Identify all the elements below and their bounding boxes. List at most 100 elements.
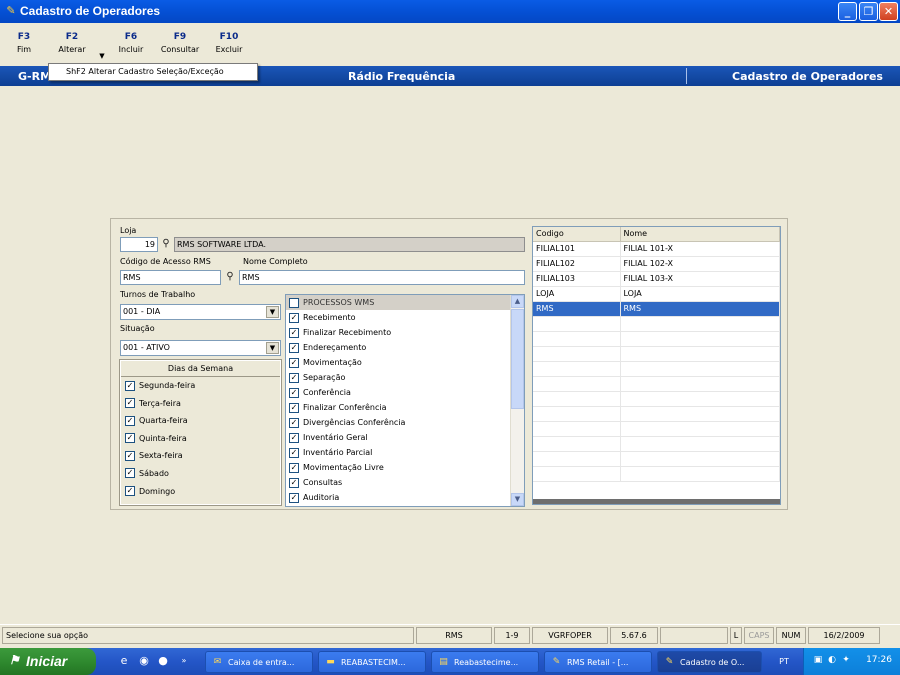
table-row-empty[interactable] [533,331,780,347]
checkbox-checked-icon[interactable]: ✓ [125,468,135,479]
processo-row[interactable]: ✓ Finalizar Conferência [286,400,524,415]
table-row-empty[interactable] [533,421,780,437]
checkbox-checked-icon[interactable]: ✓ [289,417,299,428]
checkbox-checked-icon[interactable]: ✓ [125,415,135,426]
table-row-selected[interactable]: RMS RMS [533,301,780,317]
checkbox-checked-icon[interactable]: ✓ [289,387,299,398]
dia-checkbox-row[interactable]: ✓ Segunda-feira [121,377,280,395]
processo-row[interactable]: ✓ Inventário Geral [286,430,524,445]
messenger-icon[interactable]: ✦ [840,654,852,666]
nome-completo-field[interactable]: RMS [239,270,525,285]
processos-scrollbar[interactable]: ▲ ▼ [510,295,524,506]
start-button[interactable]: ⚑ Iniciar [0,648,96,675]
dia-checkbox-row[interactable]: ✓ Sexta-feira [121,447,280,465]
table-row-empty[interactable] [533,376,780,392]
f3-fim-button[interactable]: F3 Fim [12,32,36,54]
turnos-select[interactable]: 001 - DIA ▼ [120,304,281,320]
loja-code-field[interactable]: 19 [120,237,158,252]
table-row[interactable]: FILIAL101 FILIAL 101-X [533,241,780,257]
dia-checkbox-row[interactable]: ✓ Domingo [121,483,280,501]
task-caixa-entrada[interactable]: ✉ Caixa de entra... [205,651,313,673]
network-icon[interactable]: ▣ [812,654,824,666]
windows-flag-icon: ⚑ [9,653,20,667]
table-row[interactable]: FILIAL103 FILIAL 103-X [533,271,780,287]
task-cadastro-operadores[interactable]: ✎ Cadastro de O... [657,651,762,673]
volume-icon[interactable]: ◐ [826,654,838,666]
processo-row[interactable]: ✓ Separação [286,370,524,385]
checkbox-checked-icon[interactable]: ✓ [289,462,299,473]
codigo-search-icon[interactable]: ⚲ [223,270,237,284]
column-header-nome[interactable]: Nome [620,227,780,242]
table-row-empty[interactable] [533,436,780,452]
column-header-codigo[interactable]: Codigo [533,227,621,242]
table-row-empty[interactable] [533,406,780,422]
ie-icon[interactable]: e [116,653,132,669]
checkbox-checked-icon[interactable]: ✓ [289,432,299,443]
processo-row[interactable]: ✓ Movimentação Livre [286,460,524,475]
checkbox-checked-icon[interactable]: ✓ [289,492,299,503]
table-row-empty[interactable] [533,316,780,332]
checkbox-checked-icon[interactable]: ✓ [289,357,299,368]
f9-consultar-button[interactable]: F9 Consultar [157,32,203,54]
dia-checkbox-row[interactable]: ✓ Quarta-feira [121,412,280,430]
processo-row[interactable]: ✓ Endereçamento [286,340,524,355]
table-row-empty[interactable] [533,451,780,467]
processo-row[interactable]: ✓ Movimentação [286,355,524,370]
checkbox-checked-icon[interactable]: ✓ [125,486,135,497]
scroll-down-icon[interactable]: ▼ [511,493,524,506]
f6-incluir-button[interactable]: F6 Incluir [116,32,146,54]
chevron-down-icon[interactable]: ▼ [266,342,279,354]
dia-checkbox-row[interactable]: ✓ Sábado [121,465,280,483]
checkbox-checked-icon[interactable]: ✓ [289,477,299,488]
processo-row[interactable]: ✓ Recebimento [286,310,524,325]
status-user: RMS [416,627,492,644]
table-row-empty[interactable] [533,346,780,362]
processo-row[interactable]: ✓ Consultas [286,475,524,490]
f10-excluir-button[interactable]: F10 Excluir [212,32,246,54]
processos-header-row[interactable]: PROCESSOS WMS [286,295,524,310]
processo-row[interactable]: ✓ Auditoria [286,490,524,505]
minimize-button[interactable]: _ [838,2,857,21]
quicklaunch-more-icon[interactable]: » [176,653,192,669]
codigo-acesso-field[interactable]: RMS [120,270,221,285]
checkbox-checked-icon[interactable]: ✓ [289,372,299,383]
language-indicator[interactable]: PT [767,652,801,672]
chevron-down-icon[interactable]: ▼ [266,306,279,318]
task-reabastecim-folder[interactable]: ▬ REABASTECIM... [318,651,426,673]
checkbox-checked-icon[interactable]: ✓ [289,312,299,323]
checkbox-checked-icon[interactable]: ✓ [125,380,135,391]
checkbox-checked-icon[interactable]: ✓ [289,327,299,338]
task-reabastecime-doc[interactable]: ▤ Reabastecime... [431,651,539,673]
loja-search-icon[interactable]: ⚲ [159,237,173,251]
processo-row[interactable]: ✓ Conferência [286,385,524,400]
dia-checkbox-row[interactable]: ✓ Terça-feira [121,395,280,413]
table-row[interactable]: FILIAL102 FILIAL 102-X [533,256,780,272]
task-rms-retail[interactable]: ✎ RMS Retail - [... [544,651,652,673]
checkbox-checked-icon[interactable]: ✓ [289,402,299,413]
scroll-up-icon[interactable]: ▲ [511,295,524,308]
situacao-select[interactable]: 001 - ATIVO ▼ [120,340,281,356]
outlook-icon[interactable]: ◉ [136,653,152,669]
table-row-empty[interactable] [533,466,780,482]
table-row-empty[interactable] [533,391,780,407]
table-row-empty[interactable] [533,361,780,377]
table-row[interactable]: LOJA LOJA [533,286,780,302]
processo-row[interactable]: ✓ Divergências Conferência [286,415,524,430]
checkbox-checked-icon[interactable]: ✓ [125,433,135,444]
processo-row[interactable]: ✓ Finalizar Recebimento [286,325,524,340]
firefox-icon[interactable]: ● [155,653,171,669]
checkbox-checked-icon[interactable]: ✓ [289,342,299,353]
status-caps: CAPS [744,627,774,644]
checkbox-checked-icon[interactable]: ✓ [289,447,299,458]
checkbox-unchecked-icon[interactable] [289,297,299,308]
checkbox-checked-icon[interactable]: ✓ [125,450,135,461]
dia-checkbox-row[interactable]: ✓ Quinta-feira [121,430,280,448]
close-button[interactable]: ✕ [879,2,898,21]
menu-item-alterar-selecao[interactable]: ShF2 Alterar Cadastro Seleção/Exceção [66,67,224,76]
maximize-button[interactable]: ❐ [859,2,878,21]
dias-semana-header: Dias da Semana [121,361,280,377]
f2-alterar-button[interactable]: F2 Alterar [55,32,89,54]
processo-row[interactable]: ✓ Inventário Parcial [286,445,524,460]
scroll-thumb[interactable] [511,309,524,409]
checkbox-checked-icon[interactable]: ✓ [125,398,135,409]
